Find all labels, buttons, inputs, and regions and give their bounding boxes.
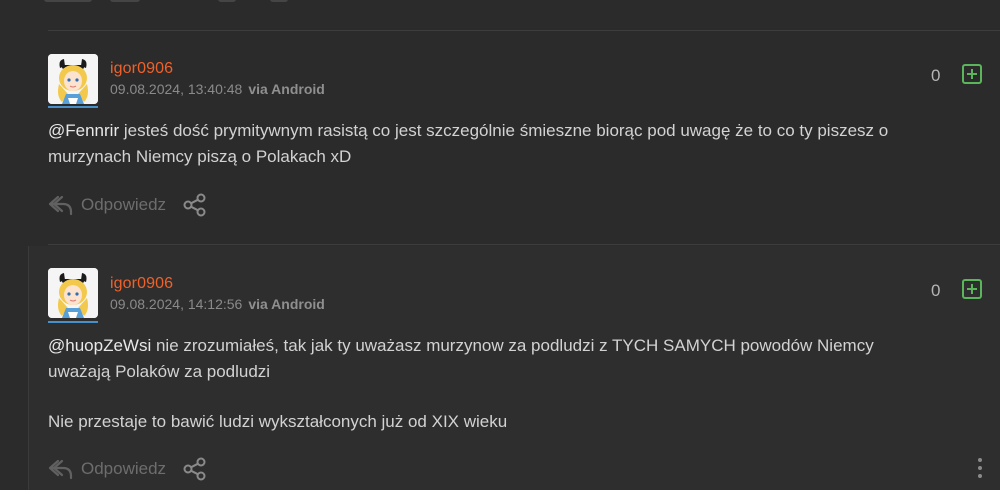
upvote-plus-icon[interactable] [962, 279, 982, 299]
reply-arrow-icon[interactable] [48, 194, 74, 216]
comment-actions: Odpowiedz [48, 456, 208, 482]
avatar-image [48, 268, 98, 318]
upvote-plus-icon[interactable] [962, 64, 982, 84]
avatar-underline [48, 106, 98, 108]
avatar-underline [48, 321, 98, 323]
username[interactable]: igor0906 [110, 275, 173, 293]
share-icon[interactable] [182, 456, 208, 482]
comments-page: igor0906 09.08.2024, 13:40:48 via Android… [0, 0, 1000, 490]
timestamp: 09.08.2024, 13:40:48 [110, 81, 243, 97]
reply-button[interactable]: Odpowiedz [81, 459, 166, 479]
mention-link[interactable]: @huopZeWsi [48, 336, 151, 355]
comment-actions: Odpowiedz [48, 192, 208, 218]
reply-arrow-icon[interactable] [48, 458, 74, 480]
comment-text: murzynach Niemcy piszą o Polakach xD [48, 147, 352, 166]
via-device: via Android [248, 296, 325, 312]
comment-meta: 09.08.2024, 13:40:48 via Android [110, 81, 325, 97]
username[interactable]: igor0906 [110, 60, 173, 78]
avatar[interactable] [48, 54, 98, 104]
comment-text: uważają Polaków za podludzi [48, 362, 271, 381]
avatar[interactable] [48, 268, 98, 318]
comment-text: Nie przestaje to bawić ludzi wykształcon… [48, 412, 508, 431]
avatar-image [48, 54, 98, 104]
separator [48, 244, 1000, 245]
vote-score: 0 [931, 66, 941, 85]
reply-button[interactable]: Odpowiedz [81, 195, 166, 215]
more-vertical-icon[interactable] [977, 458, 983, 480]
comment-text: jesteś dość prymitywnym rasistą co jest … [119, 121, 889, 140]
comment-body: @Fennrir jesteś dość prymitywnym rasistą… [48, 118, 988, 170]
share-icon[interactable] [182, 192, 208, 218]
comment: igor0906 09.08.2024, 13:40:48 via Android… [0, 0, 1000, 240]
comment-body: @huopZeWsi nie zrozumiałeś, tak jak ty u… [48, 333, 988, 435]
comment-text: nie zrozumiałeś, tak jak ty uważasz murz… [151, 336, 874, 355]
via-device: via Android [248, 81, 325, 97]
comment-meta: 09.08.2024, 14:12:56 via Android [110, 296, 325, 312]
vote-score: 0 [931, 281, 941, 300]
timestamp: 09.08.2024, 14:12:56 [110, 296, 243, 312]
mention-link[interactable]: @Fennrir [48, 121, 119, 140]
